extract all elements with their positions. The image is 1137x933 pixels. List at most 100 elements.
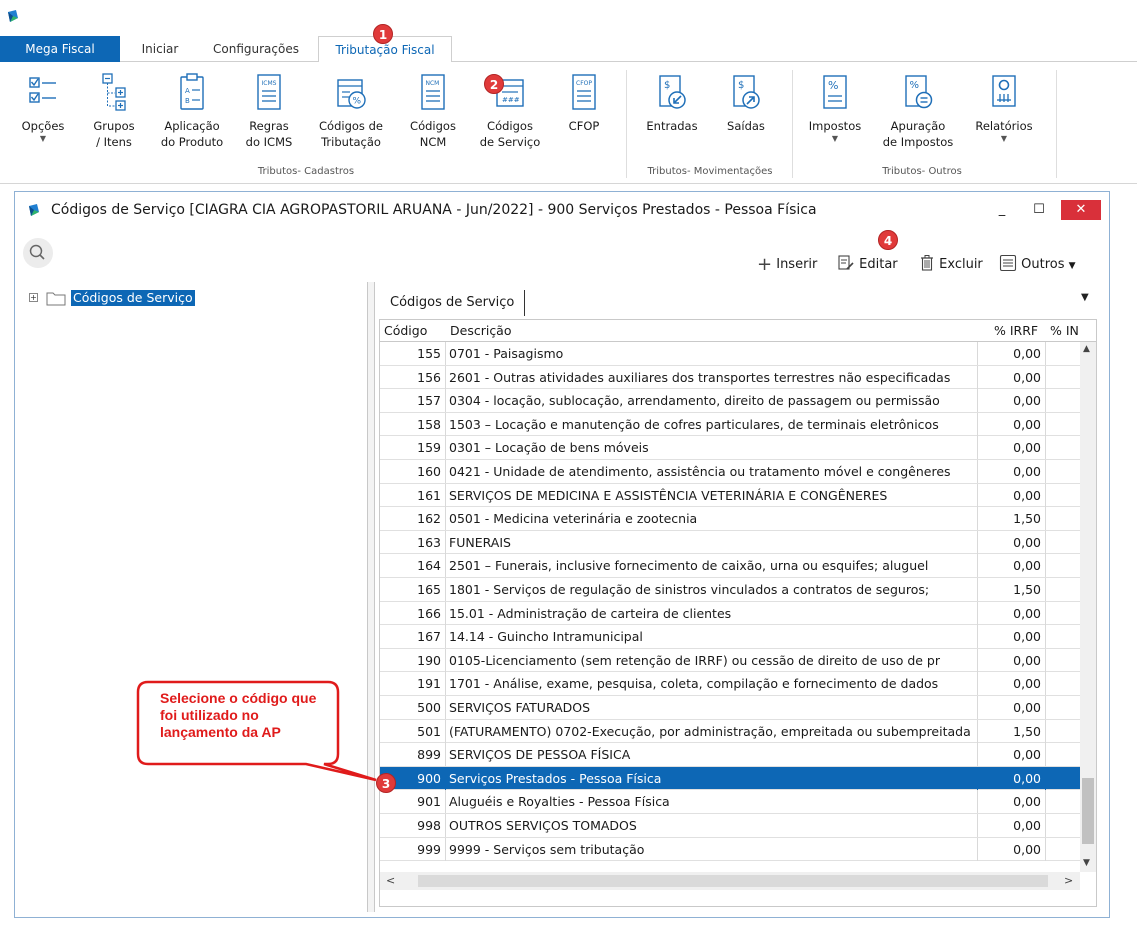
cell-codigo: 164 (380, 554, 446, 578)
cell-in (1046, 531, 1080, 554)
column-header-descricao[interactable]: Descrição (450, 320, 512, 342)
scroll-down-icon[interactable]: ▼ (1083, 858, 1090, 868)
pane-splitter[interactable] (367, 282, 375, 912)
cell-codigo: 155 (380, 342, 446, 365)
aplicacao-produto-button[interactable]: A B Aplicação do Produto (156, 72, 228, 150)
cell-descricao: 2501 – Funerais, inclusive fornecimento … (446, 554, 978, 578)
report-chart-icon (992, 75, 1016, 107)
grid-group-tab[interactable]: Códigos de Serviço (385, 290, 525, 316)
impostos-button[interactable]: % Impostos ▼ (800, 72, 870, 144)
column-header-in[interactable]: % IN (1050, 320, 1078, 342)
cell-irrf: 0,00 (978, 342, 1046, 365)
cell-irrf: 0,00 (978, 460, 1046, 483)
table-row[interactable]: 165 1801 - Serviços de regulação de sinis… (380, 578, 1080, 602)
column-header-codigo[interactable]: Código (384, 320, 427, 342)
regras-label: Regras do ICMS (245, 119, 293, 149)
scrollbar-thumb[interactable] (418, 875, 1048, 887)
grupos-label: Grupos / Itens (93, 119, 135, 149)
cell-descricao: 15.01 - Administração de carteira de cli… (446, 601, 978, 625)
close-button[interactable]: ✕ (1061, 200, 1101, 220)
ncm-document-icon: NCM (421, 74, 445, 110)
table-row[interactable]: 155 0701 - Paisagismo 0,00 (380, 342, 1080, 366)
cell-irrf: 0,00 (978, 790, 1046, 814)
cell-in (1046, 389, 1080, 412)
cell-irrf: 0,00 (978, 389, 1046, 413)
tree-groups-icon (102, 73, 126, 111)
table-row[interactable]: 900 Serviços Prestados - Pessoa Física 0,0… (380, 766, 1080, 791)
app-logo-icon (29, 204, 39, 216)
relatorios-label: Relatórios (975, 119, 1033, 133)
horizontal-scrollbar[interactable]: < > (380, 872, 1080, 890)
clipboard-ab-icon: A B (180, 73, 204, 110)
search-button[interactable] (23, 238, 53, 268)
table-row[interactable]: 501 (FATURAMENTO) 0702-Execução, por admi… (380, 719, 1080, 744)
cell-irrf: 0,00 (978, 483, 1046, 507)
cell-in (1046, 743, 1080, 766)
cell-descricao: SERVIÇOS DE MEDICINA E ASSISTÊNCIA VETER… (446, 483, 978, 507)
group-label-outros: Tributos- Outros (882, 166, 962, 177)
table-row[interactable]: 998 OUTROS SERVIÇOS TOMADOS 0,00 (380, 814, 1080, 838)
inserir-button[interactable]: + Inserir (757, 254, 817, 276)
cell-irrf: 0,00 (978, 365, 1046, 389)
opcoes-button[interactable]: Opções ▼ (14, 72, 72, 144)
tab-mega-fiscal[interactable]: Mega Fiscal (0, 36, 120, 62)
cell-codigo: 160 (380, 460, 446, 483)
editar-button[interactable]: Editar (837, 254, 898, 276)
cell-irrf: 0,00 (978, 436, 1046, 460)
tab-configuracoes[interactable]: Configurações (200, 36, 312, 62)
table-row[interactable]: 999 9999 - Serviços sem tributação 0,00 (380, 837, 1080, 862)
entradas-button[interactable]: $ Entradas (640, 72, 704, 134)
scroll-right-icon[interactable]: > (1064, 874, 1073, 887)
table-row[interactable]: 163 FUNERAIS 0,00 (380, 530, 1080, 555)
apuracao-impostos-button[interactable]: % Apuração de Impostos (880, 72, 956, 150)
vertical-scrollbar[interactable]: ▲ ▼ (1080, 342, 1096, 872)
column-header-irrf[interactable]: % IRRF (994, 320, 1038, 342)
tax-code-icon: % (337, 79, 366, 109)
excluir-button[interactable]: Excluir (919, 254, 983, 276)
table-row[interactable]: 159 0301 – Locação de bens móveis 0,00 (380, 436, 1080, 460)
cell-irrf: 0,00 (978, 696, 1046, 719)
table-row[interactable]: 157 0304 - locação, sublocação, arrendame… (380, 389, 1080, 413)
cell-irrf: 1,50 (978, 507, 1046, 531)
group-label-cadastros: Tributos- Cadastros (257, 166, 355, 177)
codigos-tributacao-button[interactable]: % Códigos de Tributação (310, 72, 392, 150)
relatorios-button[interactable]: Relatórios ▼ (968, 72, 1040, 144)
table-row[interactable]: 191 1701 - Análise, exame, pesquisa, cole… (380, 672, 1080, 696)
cell-irrf: 0,00 (978, 743, 1046, 767)
table-row[interactable]: 156 2601 - Outras atividades auxiliares d… (380, 365, 1080, 390)
cfop-button[interactable]: CFOP CFOP (558, 72, 610, 134)
list-icon (999, 254, 1017, 272)
table-row[interactable]: 166 15.01 - Administração de carteira de … (380, 601, 1080, 626)
codigos-servico-window: Códigos de Serviço [CIAGRA CIA AGROPASTO… (14, 191, 1110, 918)
grupos-itens-button[interactable]: Grupos / Itens (82, 72, 146, 150)
table-row[interactable]: 164 2501 – Funerais, inclusive fornecimen… (380, 554, 1080, 578)
table-row[interactable]: 161 SERVIÇOS DE MEDICINA E ASSISTÊNCIA VE… (380, 483, 1080, 508)
table-row[interactable]: 901 Aluguéis e Royalties - Pessoa Física 0… (380, 790, 1080, 814)
tab-iniciar[interactable]: Iniciar (130, 36, 190, 62)
outros-menu-button[interactable]: Outros ▼ (999, 254, 1076, 276)
table-row[interactable]: 500 SERVIÇOS FATURADOS 0,00 (380, 696, 1080, 720)
table-row[interactable]: 162 0501 - Medicina veterinária e zootecn… (380, 507, 1080, 531)
table-row[interactable]: 167 14.14 - Guincho Intramunicipal 0,00 (380, 625, 1080, 649)
table-row[interactable]: 899 SERVIÇOS DE PESSOA FÍSICA 0,00 (380, 743, 1080, 767)
scroll-left-icon[interactable]: < (386, 874, 395, 887)
cell-codigo: 901 (380, 790, 446, 814)
minimize-button[interactable]: _ (990, 200, 1014, 220)
tree-panel: + Códigos de Serviço (19, 282, 365, 912)
step-marker-2: 2 (484, 74, 504, 94)
ribbon: Opções ▼ Grupos / Itens A B Aplicação do… (0, 62, 1137, 184)
tax-calc-icon: % (905, 75, 933, 109)
maximize-button[interactable]: ☐ (1027, 200, 1051, 220)
regras-icms-button[interactable]: ICMS Regras do ICMS (238, 72, 300, 150)
expand-icon[interactable]: + (29, 293, 38, 302)
table-row[interactable]: 190 0105-Licenciamento (sem retenção de I… (380, 648, 1080, 673)
codigos-ncm-button[interactable]: NCM Códigos NCM (404, 72, 462, 150)
chevron-down-icon[interactable]: ▼ (1081, 292, 1089, 303)
app-logo-icon (8, 10, 18, 22)
table-row[interactable]: 158 1503 – Locação e manutenção de cofres… (380, 412, 1080, 437)
scroll-up-icon[interactable]: ▲ (1083, 344, 1090, 354)
saidas-button[interactable]: $ Saídas (716, 72, 776, 134)
svg-text:ICMS: ICMS (262, 80, 277, 87)
table-row[interactable]: 160 0421 - Unidade de atendimento, assist… (380, 460, 1080, 484)
scrollbar-thumb[interactable] (1082, 778, 1094, 844)
